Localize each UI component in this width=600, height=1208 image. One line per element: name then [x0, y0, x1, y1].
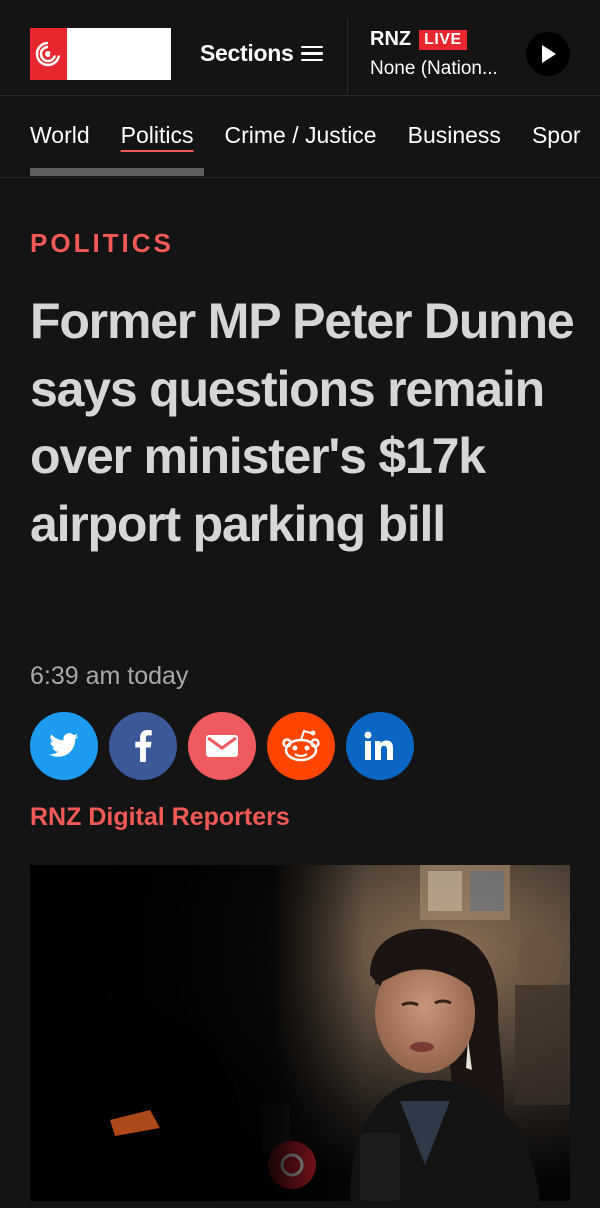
share-linkedin-button[interactable] [346, 712, 414, 780]
hamburger-menu-icon [301, 45, 324, 62]
nav-item-world[interactable]: World [30, 122, 90, 149]
section-nav: World Politics Crime / Justice Business … [0, 96, 600, 178]
article-hero-photo [30, 865, 570, 1201]
header-divider [347, 18, 348, 94]
nav-item-business[interactable]: Business [408, 122, 501, 149]
share-facebook-button[interactable] [109, 712, 177, 780]
rnz-logo[interactable] [30, 28, 171, 80]
nav-scroll-indicator[interactable] [30, 168, 204, 176]
live-play-button[interactable] [526, 32, 570, 76]
share-email-button[interactable] [188, 712, 256, 780]
site-header: Sections RNZ LIVE None (Nation... [0, 0, 600, 96]
twitter-icon [49, 733, 79, 757]
article-timestamp: 6:39 am today [30, 662, 189, 690]
linkedin-icon [364, 731, 393, 760]
article-headline: Former MP Peter Dunne says questions rem… [30, 293, 575, 552]
nav-item-politics[interactable]: Politics [121, 122, 194, 149]
article-byline[interactable]: RNZ Digital Reporters [30, 803, 290, 832]
article-kicker[interactable]: POLITICS [30, 228, 174, 259]
email-icon [206, 735, 238, 757]
live-radio-brand: RNZ LIVE [370, 28, 467, 51]
facebook-icon [135, 730, 152, 762]
rnz-logo-mark [30, 28, 67, 80]
reddit-icon [282, 729, 320, 762]
share-twitter-button[interactable] [30, 712, 98, 780]
sections-menu-button[interactable]: Sections [200, 40, 324, 67]
sections-label: Sections [200, 40, 294, 66]
nav-item-crime-justice[interactable]: Crime / Justice [225, 122, 377, 149]
share-reddit-button[interactable] [267, 712, 335, 780]
live-brand-name: RNZ [370, 28, 412, 50]
play-icon [542, 45, 556, 63]
live-badge: LIVE [419, 29, 467, 50]
live-station-name[interactable]: None (Nation... [370, 58, 510, 80]
nav-item-sport[interactable]: Spor [532, 122, 581, 149]
share-buttons [30, 712, 414, 780]
section-nav-items: World Politics Crime / Justice Business … [30, 122, 600, 149]
